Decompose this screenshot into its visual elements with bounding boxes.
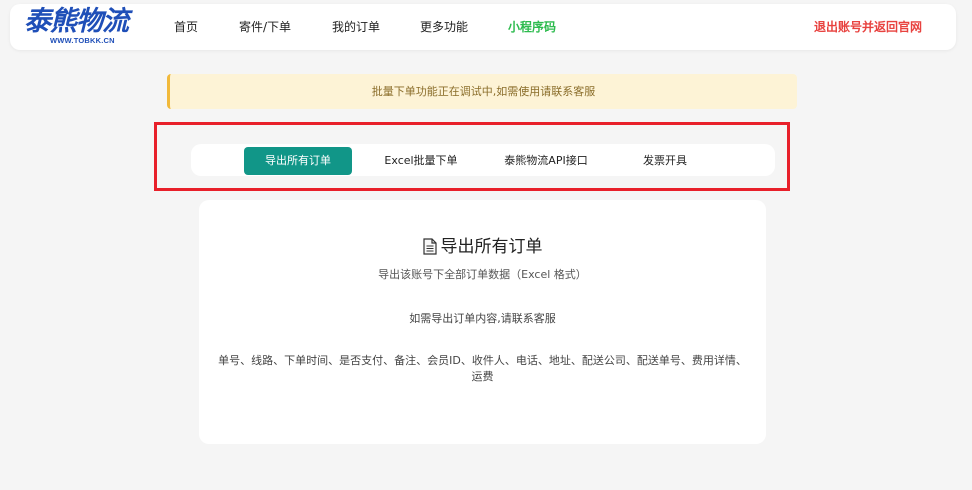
tab-excel-batch-order[interactable]: Excel批量下单 [374,147,468,175]
top-navbar: 泰熊物流 WWW.TOBKK.CN 首页 寄件/下单 我的订单 更多功能 小程序… [10,4,956,50]
nav-my-orders[interactable]: 我的订单 [332,19,380,35]
nav-more-features[interactable]: 更多功能 [420,19,468,35]
notice-banner: 批量下单功能正在调试中,如需使用请联系客服 [167,74,797,109]
nav-home[interactable]: 首页 [174,19,198,35]
tab-api[interactable]: 泰熊物流API接口 [491,147,601,175]
card-title-text: 导出所有订单 [440,237,543,257]
card-contact-note: 如需导出订单内容,请联系客服 [409,312,556,325]
document-icon [422,238,437,261]
nav-mini-program-code[interactable]: 小程序码 [508,19,556,35]
export-card: 导出所有订单 导出该账号下全部订单数据（Excel 格式） 如需导出订单内容,请… [199,200,766,444]
card-fields-list: 单号、线路、下单时间、是否支付、备注、会员ID、收件人、电话、地址、配送公司、配… [218,354,747,383]
logout-link[interactable]: 退出账号并返回官网 [814,19,922,35]
tab-export-orders[interactable]: 导出所有订单 [244,147,352,175]
nav-send-order[interactable]: 寄件/下单 [239,19,291,35]
tab-bar: 导出所有订单 Excel批量下单 泰熊物流API接口 发票开具 [191,144,775,176]
brand-logo[interactable]: 泰熊物流 WWW.TOBKK.CN [24,6,146,46]
logo-url: WWW.TOBKK.CN [50,36,115,45]
card-title: 导出所有订单 [199,236,766,261]
tab-invoice[interactable]: 发票开具 [631,147,699,175]
card-subtitle: 导出该账号下全部订单数据（Excel 格式） [378,268,587,281]
logo-title: 泰熊物流 [24,6,129,37]
